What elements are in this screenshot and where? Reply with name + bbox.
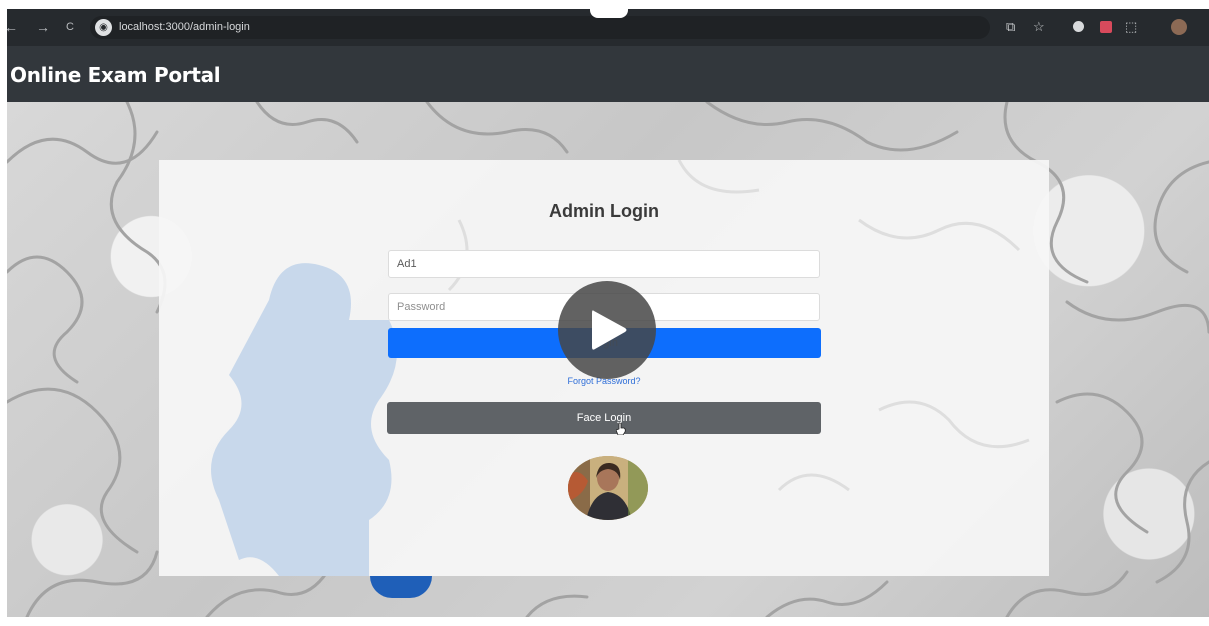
login-title: Admin Login <box>549 201 659 221</box>
reload-icon[interactable]: C <box>66 18 74 36</box>
extension-icon[interactable] <box>1073 21 1084 32</box>
webcam-preview <box>568 456 648 520</box>
username-input[interactable]: Ad1 <box>388 250 820 278</box>
hand-cursor-icon <box>616 423 626 435</box>
play-icon <box>592 310 627 350</box>
url-text: localhost:3000/admin-login <box>119 21 250 33</box>
video-play-button[interactable] <box>558 281 656 379</box>
site-info-icon[interactable]: ◉ <box>95 19 112 36</box>
back-icon[interactable]: ← <box>7 18 18 36</box>
face-login-button[interactable]: Face Login <box>387 402 821 434</box>
app-navbar: Online Exam Portal <box>7 46 1209 102</box>
profile-avatar[interactable] <box>1171 19 1187 35</box>
extensions-puzzle-icon[interactable]: ⬚ <box>1125 18 1137 36</box>
address-bar[interactable]: ◉ localhost:3000/admin-login <box>90 16 990 39</box>
screenshot-frame: ← → C ◉ localhost:3000/admin-login ⧉ ☆ ⬚… <box>7 9 1209 617</box>
app-brand[interactable]: Online Exam Portal <box>10 63 221 87</box>
cast-icon[interactable]: ⧉ <box>1006 18 1015 36</box>
extension-red-icon[interactable] <box>1100 21 1112 33</box>
bookmark-star-icon[interactable]: ☆ <box>1033 18 1045 36</box>
webcam-face-image <box>568 456 648 520</box>
forward-icon[interactable]: → <box>36 18 50 36</box>
screen-share-tab <box>590 9 628 18</box>
